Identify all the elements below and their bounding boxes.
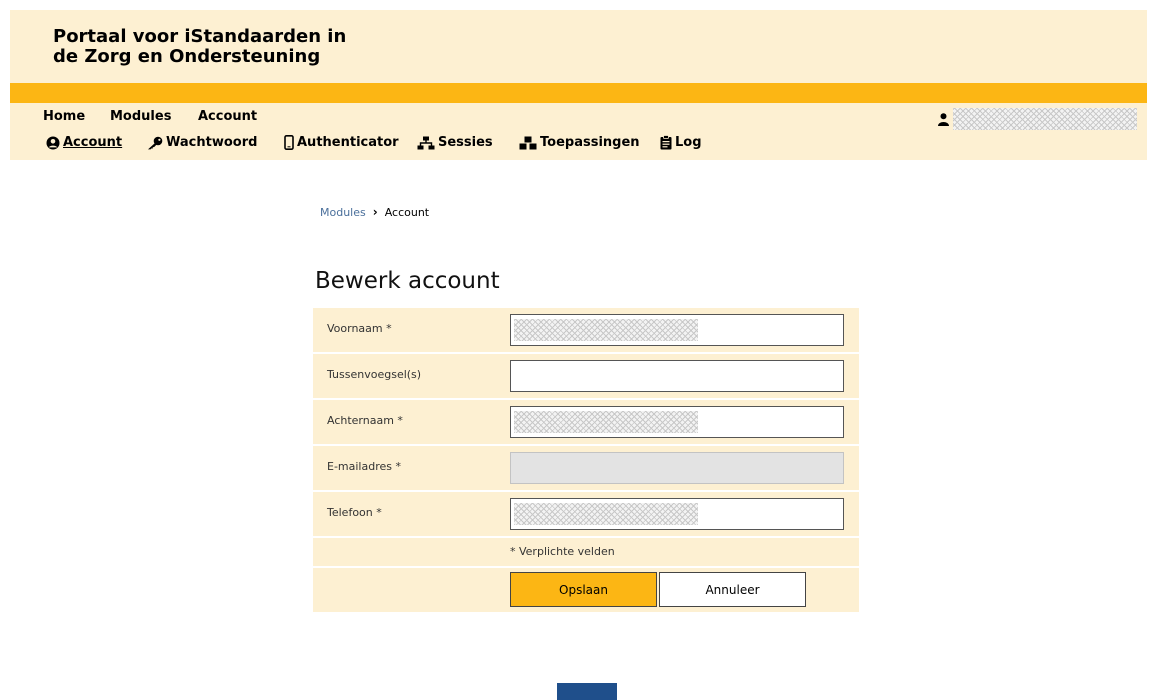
nav-home[interactable]: Home: [43, 109, 85, 124]
save-button[interactable]: Opslaan: [510, 572, 657, 607]
subnav-log-label: Log: [675, 135, 702, 150]
achternaam-label: Achternaam *: [327, 414, 403, 427]
tussenvoegsel-label: Tussenvoegsel(s): [327, 368, 422, 381]
user-circle-icon: [46, 136, 60, 149]
telefoon-input[interactable]: [510, 498, 844, 530]
required-fields-note: * Verplichte velden: [510, 545, 615, 558]
clipboard-icon: [660, 135, 672, 150]
form-row-voornaam: Voornaam *: [313, 308, 859, 354]
tussenvoegsel-input[interactable]: [510, 360, 844, 392]
sitemap-icon: [417, 136, 435, 149]
subnav-account-label: Account: [63, 135, 123, 150]
subnav-authenticator-label: Authenticator: [297, 135, 399, 150]
subnav-sessies-label: Sessies: [438, 135, 493, 150]
header-accent-bar: [10, 83, 1147, 103]
subnav-wachtwoord[interactable]: Wachtwoord: [147, 135, 257, 150]
nav-modules[interactable]: Modules: [110, 109, 171, 124]
page-title: Bewerk account: [315, 268, 500, 294]
user-icon: [938, 112, 949, 126]
form-row-achternaam: Achternaam *: [313, 400, 859, 446]
email-label: E-mailadres *: [327, 460, 401, 473]
nav-account[interactable]: Account: [198, 109, 257, 124]
subnav-toepassingen-label: Toepassingen: [540, 135, 640, 150]
breadcrumb: Modules › Account: [320, 205, 429, 219]
subnav-toepassingen[interactable]: Toepassingen: [519, 135, 640, 150]
form-row-email: E-mailadres *: [313, 446, 859, 492]
breadcrumb-chevron-icon: ›: [372, 205, 378, 219]
cancel-button[interactable]: Annuleer: [659, 572, 806, 607]
required-note-row: * Verplichte velden: [313, 538, 859, 568]
footer-logo-block: [557, 683, 617, 700]
form-row-tussenvoegsel: Tussenvoegsel(s): [313, 354, 859, 400]
user-menu[interactable]: [938, 108, 1137, 130]
form-actions: Opslaan Annuleer: [313, 568, 859, 612]
site-title[interactable]: Portaal voor iStandaarden in de Zorg en …: [53, 27, 373, 67]
subnav-log[interactable]: Log: [660, 135, 702, 150]
voornaam-input[interactable]: [510, 314, 844, 346]
email-field: [510, 452, 844, 484]
voornaam-label: Voornaam *: [327, 322, 392, 335]
edit-account-form: Voornaam * Tussenvoegsel(s) Achternaam *…: [313, 308, 859, 612]
form-row-telefoon: Telefoon *: [313, 492, 859, 538]
user-name-redacted: [953, 108, 1137, 130]
breadcrumb-current: Account: [384, 205, 430, 219]
breadcrumb-modules-link[interactable]: Modules: [320, 206, 366, 219]
telefoon-label: Telefoon *: [327, 506, 382, 519]
cubes-icon: [519, 136, 537, 149]
mobile-icon: [284, 135, 294, 150]
achternaam-input[interactable]: [510, 406, 844, 438]
subnav-account[interactable]: Account: [46, 135, 122, 150]
subnav-authenticator[interactable]: Authenticator: [284, 135, 399, 150]
site-header: Portaal voor iStandaarden in de Zorg en …: [10, 10, 1147, 160]
key-icon: [148, 136, 163, 149]
subnav-wachtwoord-label: Wachtwoord: [166, 135, 258, 150]
subnav-sessies[interactable]: Sessies: [417, 135, 493, 150]
